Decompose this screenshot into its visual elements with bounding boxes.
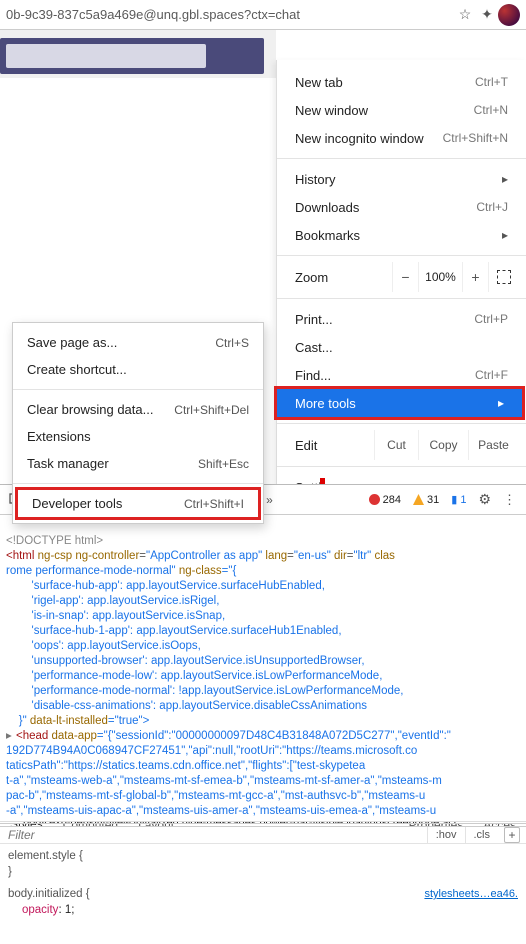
new-style-rule-button[interactable]: + xyxy=(504,827,520,843)
menu-incognito[interactable]: New incognito windowCtrl+Shift+N xyxy=(277,124,526,152)
zoom-value: 100% xyxy=(418,262,462,292)
submenu-task-manager[interactable]: Task managerShift+Esc xyxy=(13,450,263,477)
rule-element-style: element.style { } xyxy=(8,848,518,880)
cut-button[interactable]: Cut xyxy=(374,430,418,460)
fullscreen-button[interactable] xyxy=(488,262,518,292)
devtools-panel: Elements Console Sources » 284 31 ▮ 1 ⚙ … xyxy=(0,484,526,928)
extensions-icon[interactable]: ✦ xyxy=(476,4,498,26)
styles-filter-row: :hov .cls + xyxy=(0,827,526,844)
submenu-create-shortcut[interactable]: Create shortcut... xyxy=(13,356,263,383)
chevron-right-icon: ▸ xyxy=(502,228,508,242)
zoom-in-button[interactable]: + xyxy=(462,262,488,292)
submenu-save-page[interactable]: Save page as...Ctrl+S xyxy=(13,329,263,356)
menu-new-tab[interactable]: New tabCtrl+T xyxy=(277,68,526,96)
menu-find[interactable]: Find...Ctrl+F xyxy=(277,361,526,389)
address-bar: 0b-9c39-837c5a9a469e@unq.gbl.spaces?ctx=… xyxy=(0,0,526,30)
devtools-menu-icon[interactable]: ⋮ xyxy=(497,492,522,508)
hov-toggle[interactable]: :hov xyxy=(427,827,465,843)
elements-dom-tree[interactable]: <!DOCTYPE html> <html ng-csp ng-controll… xyxy=(0,515,526,821)
warning-count[interactable]: 31 xyxy=(407,494,445,506)
chevron-right-icon: ▸ xyxy=(502,172,508,186)
menu-zoom: Zoom − 100% + xyxy=(277,262,526,292)
menu-history[interactable]: History▸ xyxy=(277,165,526,193)
menu-downloads[interactable]: DownloadsCtrl+J xyxy=(277,193,526,221)
menu-edit-row: Edit Cut Copy Paste xyxy=(277,430,526,460)
copy-button[interactable]: Copy xyxy=(418,430,468,460)
styles-filter-input[interactable] xyxy=(0,828,427,842)
issue-count[interactable]: ▮ 1 xyxy=(445,493,472,506)
menu-new-window[interactable]: New windowCtrl+N xyxy=(277,96,526,124)
stylesheet-link[interactable]: stylesheets…ea46. xyxy=(424,886,518,902)
submenu-extensions[interactable]: Extensions xyxy=(13,423,263,450)
zoom-out-button[interactable]: − xyxy=(392,262,418,292)
submenu-developer-tools[interactable]: Developer toolsCtrl+Shift+I xyxy=(15,487,261,520)
bookmark-star-icon[interactable]: ☆ xyxy=(454,4,476,26)
chevron-right-icon: ▸ xyxy=(498,396,504,410)
teams-header xyxy=(0,30,276,78)
fullscreen-icon xyxy=(497,270,511,284)
menu-bookmarks[interactable]: Bookmarks▸ xyxy=(277,221,526,249)
profile-avatar[interactable] xyxy=(498,4,520,26)
error-count[interactable]: 284 xyxy=(363,494,407,506)
paste-button[interactable]: Paste xyxy=(468,430,518,460)
submenu-clear-data[interactable]: Clear browsing data...Ctrl+Shift+Del xyxy=(13,396,263,423)
menu-cast[interactable]: Cast... xyxy=(277,333,526,361)
menu-more-tools[interactable]: More tools▸ xyxy=(274,386,525,420)
cls-toggle[interactable]: .cls xyxy=(465,827,499,843)
url-text[interactable]: 0b-9c39-837c5a9a469e@unq.gbl.spaces?ctx=… xyxy=(6,7,454,22)
page-content: New tabCtrl+T New windowCtrl+N New incog… xyxy=(0,30,526,484)
more-tools-submenu: Save page as...Ctrl+S Create shortcut...… xyxy=(12,322,264,524)
menu-print[interactable]: Print...Ctrl+P xyxy=(277,305,526,333)
rule-body-initialized: stylesheets…ea46. body.initialized { opa… xyxy=(8,886,518,918)
settings-gear-icon[interactable]: ⚙ xyxy=(472,491,497,508)
styles-rules[interactable]: element.style { } stylesheets…ea46. body… xyxy=(0,844,526,928)
